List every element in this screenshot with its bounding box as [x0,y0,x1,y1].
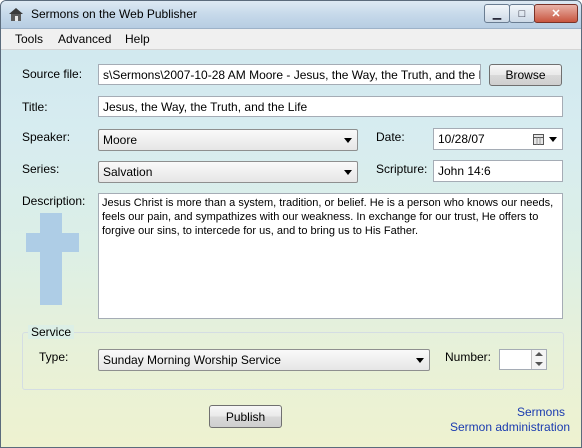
service-type-select[interactable]: Sunday Morning Worship Service [98,349,430,371]
source-file-field[interactable]: s\Sermons\2007-10-28 AM Moore - Jesus, t… [98,64,481,85]
close-icon: ✕ [551,8,561,20]
date-label: Date: [376,130,405,144]
menu-tools[interactable]: Tools [15,32,43,46]
source-file-label: Source file: [22,67,83,81]
description-label: Description: [22,194,86,208]
title-label: Title: [22,100,48,114]
speaker-label: Speaker: [22,130,71,144]
number-label: Number: [445,350,492,364]
description-textarea[interactable]: Jesus Christ is more than a system, trad… [98,193,563,319]
service-type-label: Type: [39,350,69,364]
minimize-button[interactable]: ▁ [484,4,510,23]
chevron-down-icon [416,358,424,363]
sermon-administration-link[interactable]: Sermon administration [450,420,570,434]
close-button[interactable]: ✕ [534,4,578,23]
chevron-down-icon [344,138,352,143]
date-picker[interactable]: 10/28/07 [433,128,563,150]
series-selected-value: Salvation [103,165,153,179]
browse-button[interactable]: Browse [489,64,562,86]
chevron-down-icon[interactable] [549,137,557,142]
service-type-selected-value: Sunday Morning Worship Service [103,353,281,367]
date-value: 10/28/07 [438,132,485,146]
chevron-up-icon[interactable] [535,352,543,356]
cross-watermark-bar [26,233,79,252]
publish-button[interactable]: Publish [209,405,282,428]
menu-advanced[interactable]: Advanced [58,32,111,46]
scripture-field[interactable]: John 14:6 [433,160,563,182]
series-select[interactable]: Salvation [98,161,358,183]
minimize-icon: ▁ [492,8,502,20]
app-window: Sermons on the Web Publisher ▁ □ ✕ Tools… [0,0,582,448]
menu-bar: Tools Advanced Help [1,29,581,50]
speaker-select[interactable]: Moore [98,129,358,151]
maximize-button[interactable]: □ [509,4,535,23]
chevron-down-icon [344,170,352,175]
title-bar[interactable]: Sermons on the Web Publisher ▁ □ ✕ [1,1,581,29]
menu-help[interactable]: Help [125,32,150,46]
service-group-title: Service [28,325,75,339]
house-icon [9,8,23,21]
number-stepper[interactable] [499,349,547,370]
calendar-icon[interactable] [533,134,544,145]
title-field[interactable]: Jesus, the Way, the Truth, and the Life [98,96,563,117]
window-title: Sermons on the Web Publisher [31,7,197,21]
scripture-label: Scripture: [376,162,428,176]
maximize-icon: □ [518,7,526,20]
series-label: Series: [22,162,60,176]
chevron-down-icon[interactable] [535,362,543,366]
speaker-selected-value: Moore [103,133,138,147]
cross-watermark-icon [40,213,62,305]
stepper-buttons[interactable] [531,350,546,369]
sermons-link[interactable]: Sermons [517,405,565,419]
